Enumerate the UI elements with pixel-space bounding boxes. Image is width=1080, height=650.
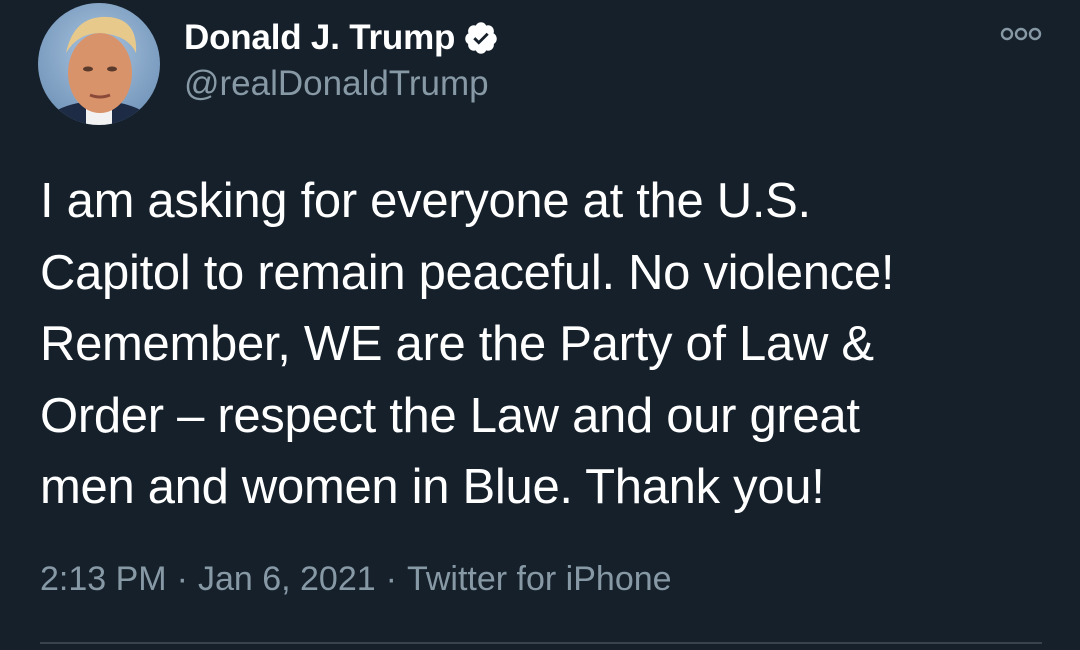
meta-separator: ·: [176, 560, 188, 598]
more-options-icon[interactable]: [1000, 24, 1042, 44]
tweet-date[interactable]: Jan 6, 2021: [198, 560, 376, 598]
avatar[interactable]: [38, 3, 160, 125]
verified-badge-icon: [463, 20, 499, 56]
divider: [40, 642, 1042, 644]
tweet-time[interactable]: 2:13 PM: [40, 560, 167, 598]
author-name-row: Donald J. Trump: [184, 16, 499, 60]
tweet-metadata: 2:13 PM · Jan 6, 2021 · Twitter for iPhone: [40, 560, 672, 599]
author-handle[interactable]: @realDonaldTrump: [184, 64, 489, 104]
tweet-source[interactable]: Twitter for iPhone: [407, 560, 672, 598]
tweet-text: I am asking for everyone at the U.S. Cap…: [40, 174, 895, 514]
author-display-name[interactable]: Donald J. Trump: [184, 18, 455, 58]
avatar-image: [38, 3, 160, 125]
meta-separator: ·: [385, 560, 397, 598]
